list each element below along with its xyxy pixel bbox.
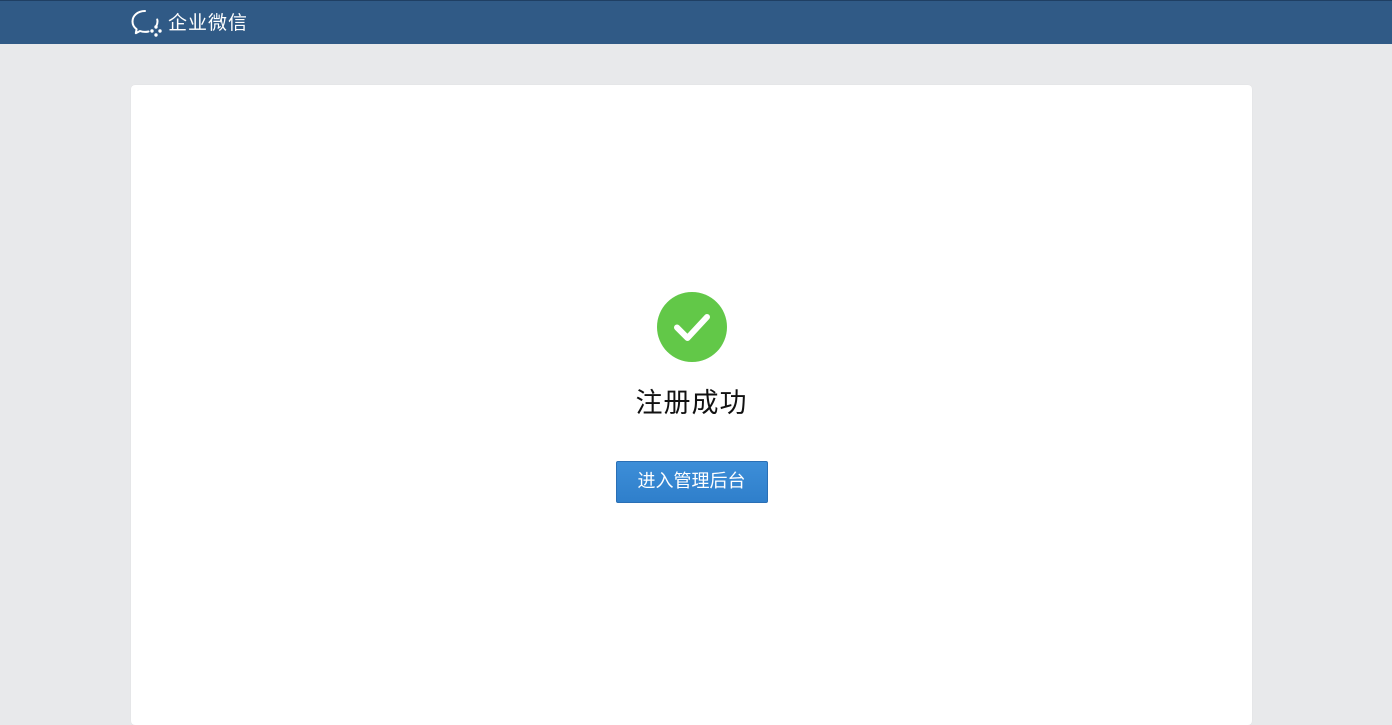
top-bar: 企业微信 xyxy=(0,0,1392,44)
enter-admin-button[interactable]: 进入管理后台 xyxy=(615,461,768,503)
brand-logo[interactable]: 企业微信 xyxy=(130,8,248,38)
main-card: 注册成功 进入管理后台 xyxy=(131,85,1252,725)
success-panel: 注册成功 进入管理后台 xyxy=(131,292,1252,503)
wework-chat-bubble-icon xyxy=(131,10,162,37)
success-title: 注册成功 xyxy=(635,388,748,419)
check-circle-icon xyxy=(656,292,727,362)
brand-name: 企业微信 xyxy=(168,12,249,34)
